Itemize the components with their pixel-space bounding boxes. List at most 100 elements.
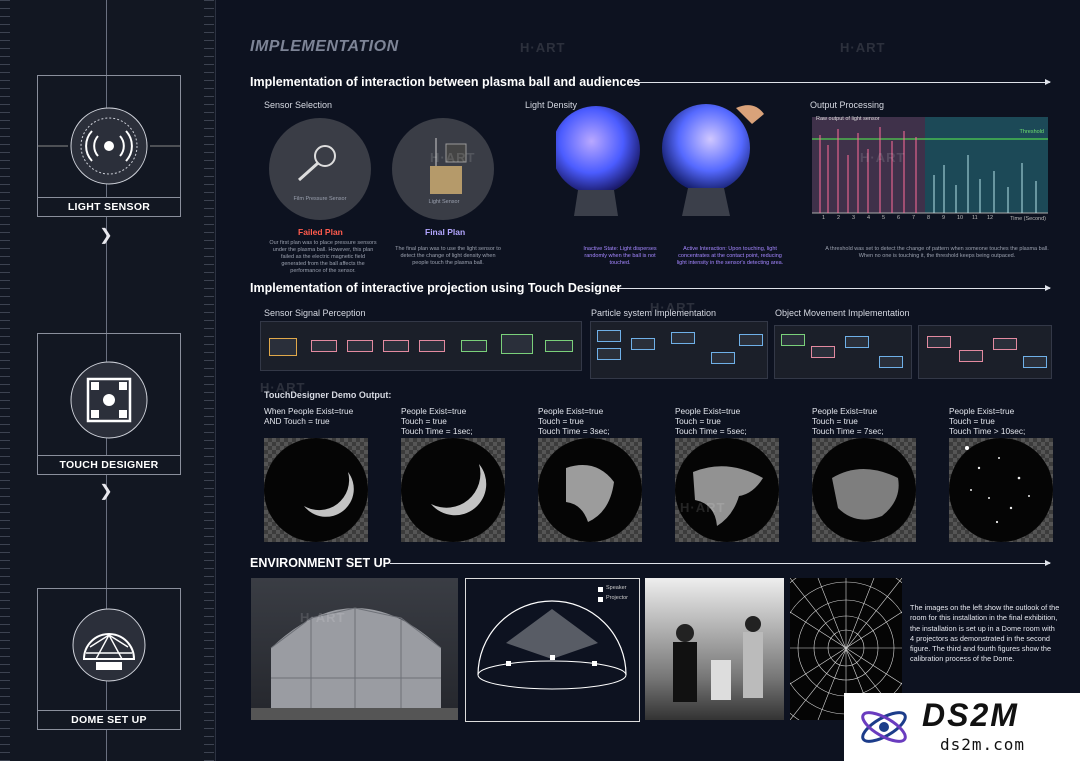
plasma-balls-figure (556, 104, 764, 216)
particle-network-panel (590, 321, 768, 379)
network-node (501, 334, 533, 354)
network-node (959, 350, 983, 362)
left-ruler (0, 0, 10, 761)
section-heading: Implementation of interaction between pl… (250, 75, 641, 89)
arrow-line (612, 285, 1051, 291)
demo-output-image (949, 438, 1053, 542)
ds2m-logo: DS2M ds2m.com (844, 693, 1080, 761)
demo-title: TouchDesigner Demo Output: (264, 390, 392, 400)
panel-label: Particle system Implementation (591, 308, 717, 318)
threshold-label: Threshold (1019, 129, 1044, 135)
network-node (879, 356, 903, 368)
network-node (461, 340, 487, 352)
legend-projector: Projector (606, 595, 629, 601)
sensor-network-panel (260, 321, 582, 371)
x-axis-label: Time (Second) (1010, 216, 1046, 222)
network-node (781, 334, 805, 346)
panel-label: Object Movement Implementation (775, 308, 910, 318)
x-tick-label: 3 (852, 215, 856, 221)
network-node (671, 332, 695, 344)
network-node (347, 340, 373, 352)
right-ruler (204, 0, 214, 761)
network-node (845, 336, 869, 348)
chevron-down-icon: ❯ (99, 227, 113, 244)
demo-output-image (675, 438, 779, 542)
network-node (631, 338, 655, 350)
network-node (419, 340, 445, 352)
network-node (739, 334, 763, 346)
light-sensor-icon (38, 107, 180, 185)
network-node (597, 348, 621, 360)
demo-condition: When People Exist=true AND Touch = true (264, 406, 354, 426)
final-plan-desc: The final plan was to use the light sens… (395, 246, 501, 266)
network-node (993, 338, 1017, 350)
output-processing-desc: A threshold was set to detect the change… (825, 246, 1049, 259)
demo-condition: People Exist=true Touch = true Touch Time … (812, 406, 884, 436)
legend-speaker: Speaker (606, 585, 627, 591)
module-label: LIGHT SENSOR (38, 197, 180, 216)
x-tick-label: 2 (837, 215, 841, 221)
atom-icon (861, 711, 907, 743)
demo-condition: People Exist=true Touch = true Touch Time … (675, 406, 747, 436)
module-label: DOME SET UP (38, 710, 180, 729)
demo-condition: People Exist=true Touch = true Touch Time … (401, 406, 473, 436)
network-node (1023, 356, 1047, 368)
demo-output-image (812, 438, 916, 542)
x-tick-label: 4 (867, 215, 871, 221)
module-dome: DOME SET UP (37, 588, 181, 730)
network-node (597, 330, 621, 342)
failed-plan-desc: Our first plan was to place pressure sen… (269, 240, 377, 274)
x-tick-label: 7 (912, 215, 916, 221)
chart-legend: Raw output of light sensor (816, 116, 880, 122)
arrow-line (390, 560, 1051, 566)
main-content: IMPLEMENTATION Implementation of interac… (216, 0, 1080, 761)
demo-output-image (264, 438, 368, 542)
x-tick-label: 5 (882, 215, 886, 221)
x-tick-label: 6 (897, 215, 901, 221)
section-heading: ENVIRONMENT SET UP (250, 556, 391, 570)
dome-icon (72, 608, 146, 682)
x-tick-label: 10 (957, 215, 964, 221)
panel-label: Sensor Signal Perception (264, 308, 366, 318)
network-node (811, 346, 835, 358)
failed-caption: Film Pressure Sensor (293, 196, 347, 202)
demo-output-image (401, 438, 505, 542)
demo-condition: People Exist=true Touch = true Touch Time … (949, 406, 1026, 436)
active-state-desc: Active Interaction: Upon touching, light… (676, 246, 784, 266)
output-processing-label: Output Processing (810, 100, 885, 110)
dome-projector-diagram: Speaker Projector (465, 578, 640, 722)
network-node (545, 340, 573, 352)
network-node (927, 336, 951, 348)
object-network-panel (774, 325, 912, 379)
sensor-output-chart: Raw output of light sensor Threshold Tim… (810, 115, 1050, 225)
demo-output-image (538, 438, 642, 542)
final-plan-title: Final Plan (425, 227, 466, 237)
dome-exterior-photo (251, 578, 458, 720)
inactive-state-desc: Inactive State: Light disperses randomly… (583, 246, 657, 266)
demo-condition: People Exist=true Touch = true Touch Time … (538, 406, 610, 436)
calibration-photo (645, 578, 784, 720)
module-touch-designer: TOUCH DESIGNER (37, 333, 181, 475)
logo-url: ds2m.com (940, 735, 1026, 754)
module-label: TOUCH DESIGNER (38, 455, 180, 474)
arrow-line (630, 79, 1051, 85)
sidebar: LIGHT SENSOR ❯ TOUCH DESIGNER ❯ DOME SET… (0, 0, 216, 761)
x-tick-label: 12 (987, 215, 994, 221)
final-caption: Light Sensor (428, 199, 460, 205)
object-network-panel-2 (918, 325, 1052, 379)
network-node (311, 340, 337, 352)
pressure-sensor-image (269, 118, 371, 220)
touch-designer-icon (70, 361, 148, 439)
section-heading: Implementation of interactive projection… (250, 281, 622, 295)
x-tick-label: 1 (822, 215, 826, 221)
failed-plan-title: Failed Plan (298, 227, 343, 237)
logo-name: DS2M (922, 697, 1019, 733)
x-tick-label: 11 (972, 215, 978, 221)
module-light-sensor: LIGHT SENSOR (37, 75, 181, 217)
sensor-selection-label: Sensor Selection (264, 100, 333, 110)
x-tick-label: 8 (927, 215, 931, 221)
network-node (269, 338, 297, 356)
environment-description: The images on the left show the outlook … (910, 603, 1060, 664)
chevron-down-icon: ❯ (99, 483, 113, 500)
page-title: IMPLEMENTATION (250, 38, 399, 55)
